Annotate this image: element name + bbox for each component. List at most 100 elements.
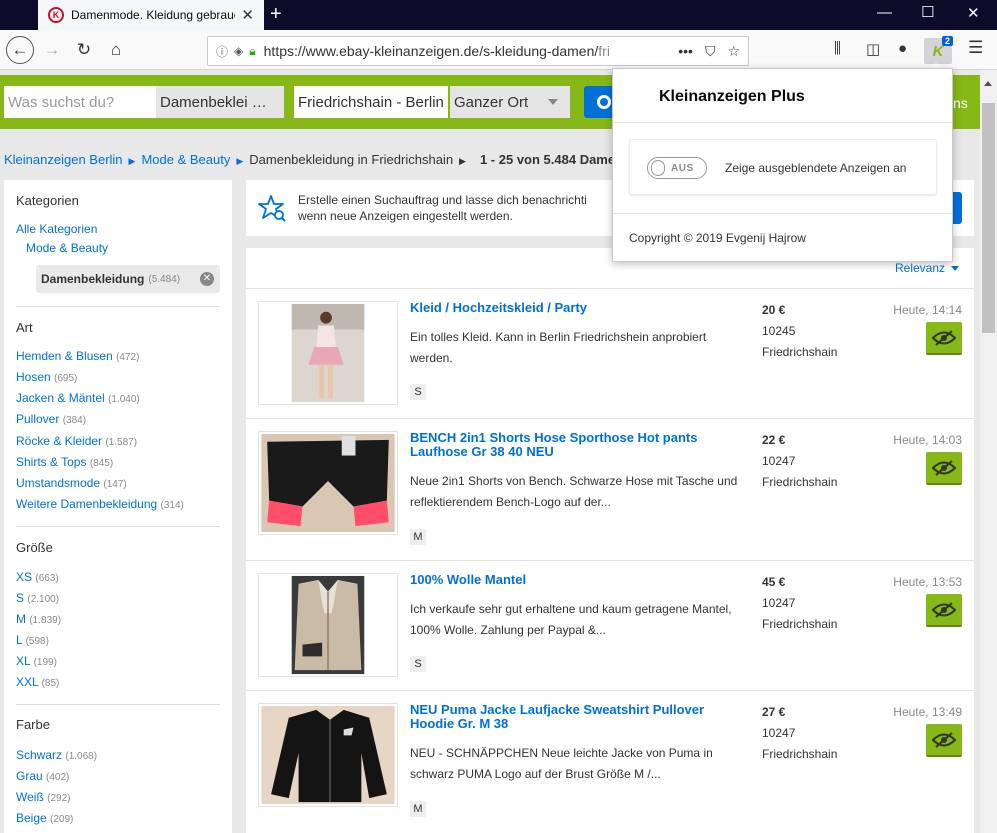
popup-divider	[613, 122, 952, 123]
eye-slash-icon	[932, 601, 956, 618]
sidebar-item-size[interactable]: XL (199)	[16, 654, 57, 668]
listing-title[interactable]: 100% Wolle Mantel	[410, 573, 740, 587]
sidebar-item-color[interactable]: Grau (402)	[16, 769, 69, 783]
sidebar-item-size[interactable]: XXL (85)	[16, 675, 59, 689]
size-badge: S	[410, 656, 426, 672]
hide-listing-button[interactable]	[926, 724, 962, 757]
sidebar-item-size[interactable]: L (598)	[16, 633, 49, 647]
listing-description: NEU - SCHNÄPPCHEN Neue leichte Jacke von…	[410, 746, 713, 781]
listing-image[interactable]	[258, 431, 398, 535]
listing-zip: 10247	[762, 726, 796, 740]
home-icon[interactable]: ⌂	[104, 38, 128, 62]
listing-title[interactable]: BENCH 2in1 Shorts Hose Sporthose Hot pan…	[410, 431, 740, 459]
toggle-description: Zeige ausgeblendete Anzeigen an	[725, 161, 907, 175]
eye-slash-icon	[932, 459, 956, 476]
sidebar-item-art[interactable]: Hosen (695)	[16, 370, 77, 384]
tracking-shield-icon[interactable]: ◈	[234, 44, 243, 58]
listing-title[interactable]: Kleid / Hochzeitskleid / Party	[410, 301, 740, 315]
popup-divider	[613, 213, 952, 214]
new-tab-icon[interactable]: +	[270, 3, 282, 26]
info-icon[interactable]: ⓘ	[216, 43, 228, 60]
location-input[interactable]: Friedrichshain - Berlin	[294, 86, 448, 118]
listing-image[interactable]	[258, 301, 398, 405]
list-item[interactable]: 100% Wolle Mantel Ich verkaufe sehr gut …	[246, 561, 974, 691]
listing-zip: 10247	[762, 454, 796, 468]
sidebar-item-art[interactable]: Röcke & Kleider (1.587)	[16, 434, 137, 448]
breadcrumb-link-berlin[interactable]: Kleinanzeigen Berlin	[4, 152, 123, 167]
sort-dropdown[interactable]: Relevanz	[895, 261, 960, 275]
search-input[interactable]	[4, 86, 156, 118]
popup-copyright: Copyright © 2019 Evgenij Hajrow	[629, 231, 806, 245]
page-actions-icon[interactable]: •••	[678, 43, 693, 59]
breadcrumb-link-mode-beauty[interactable]: Mode & Beauty	[141, 152, 230, 167]
scrollbar-thumb[interactable]	[982, 103, 995, 333]
results-list: Relevanz Kleid / Hochzeitskleid / Party …	[246, 248, 974, 833]
radius-select[interactable]: Ganzer Ort	[450, 86, 570, 118]
sidebar-item-art[interactable]: Weitere Damenbekleidung (314)	[16, 497, 184, 511]
sidebar-item-art[interactable]: Hemden & Blusen (472)	[16, 349, 139, 363]
sidebar-item-art[interactable]: Pullover (384)	[16, 412, 86, 426]
sidebar-link-mode-beauty[interactable]: Mode & Beauty	[26, 241, 108, 255]
listing-image[interactable]	[258, 573, 398, 677]
tab-close-icon[interactable]: ✕	[241, 6, 254, 24]
breadcrumb: Kleinanzeigen Berlin ▶ Mode & Beauty ▶ Damen…	[4, 152, 614, 168]
hide-listing-button[interactable]	[926, 322, 962, 355]
list-item[interactable]: NEU Puma Jacke Laufjacke Sweatshirt Pull…	[246, 691, 974, 833]
sidebar-item-art[interactable]: Jacken & Mäntel (1.040)	[16, 391, 140, 405]
tab-title: Damenmode. Kleidung gebrauc	[71, 8, 236, 22]
list-item[interactable]: BENCH 2in1 Shorts Hose Sporthose Hot pan…	[246, 419, 974, 561]
sidebar-item-size[interactable]: XS (663)	[16, 570, 59, 584]
list-item[interactable]: Kleid / Hochzeitskleid / Party Ein tolle…	[246, 289, 974, 419]
pocket-icon[interactable]: ⛉	[705, 43, 716, 60]
account-icon[interactable]: ●	[898, 40, 907, 57]
breadcrumb-separator-icon: ▶	[236, 156, 244, 166]
library-icon[interactable]: ⫼	[834, 40, 841, 57]
sidebar-heading-art: Art	[16, 320, 33, 335]
hide-listing-button[interactable]	[926, 594, 962, 627]
hide-listing-button[interactable]	[926, 452, 962, 485]
sidebar-item-color[interactable]: Schwarz (1.068)	[16, 748, 97, 762]
chevron-down-icon	[951, 266, 960, 272]
reload-icon[interactable]: ↻	[72, 38, 96, 62]
url-bar[interactable]: ⓘ ◈ 🔒︎ https://www.ebay-kleinanzeigen.de…	[207, 36, 749, 66]
listing-city: Friedrichshain	[762, 345, 838, 359]
sidebar-item-color[interactable]: Weiß (292)	[16, 790, 70, 804]
radius-value: Ganzer Ort	[454, 93, 529, 111]
listing-title[interactable]: NEU Puma Jacke Laufjacke Sweatshirt Pull…	[410, 703, 740, 731]
listing-zip: 10245	[762, 324, 796, 338]
minimize-window-icon[interactable]: —	[877, 4, 892, 21]
scroll-up-arrow-icon[interactable]	[984, 81, 992, 86]
browser-tab-active[interactable]: K Damenmode. Kleidung gebrauc ✕	[38, 0, 264, 30]
sidebar-item-size[interactable]: S (2.100)	[16, 591, 59, 605]
selected-category-label: Damenbekleidung	[41, 272, 145, 286]
size-badge: S	[410, 384, 426, 400]
listing-city: Friedrichshain	[762, 475, 838, 489]
close-window-icon[interactable]: ✕	[967, 4, 980, 22]
listing-image[interactable]	[258, 703, 398, 807]
sidebar-link-all-categories[interactable]: Alle Kategorien	[16, 222, 97, 236]
lock-icon[interactable]: 🔒︎	[249, 44, 255, 59]
result-count: 1 - 25 von 5.484 Damen	[479, 152, 614, 167]
sidebar-item-color[interactable]: Beige (209)	[16, 811, 73, 825]
hamburger-menu-icon[interactable]: ☰	[968, 38, 983, 58]
sidebar-icon[interactable]: ◫	[866, 40, 880, 58]
listing-date: Heute, 14:03	[893, 433, 962, 447]
sidebar-item-art[interactable]: Shirts & Tops (845)	[16, 455, 113, 469]
page-scrollbar[interactable]	[980, 70, 997, 833]
forward-arrow-icon[interactable]: →	[40, 38, 64, 62]
back-arrow-icon[interactable]: ←	[6, 36, 34, 64]
sidebar-item-art[interactable]: Umstandsmode (147)	[16, 476, 127, 490]
sidebar-divider	[16, 704, 220, 705]
url-text[interactable]: https://www.ebay-kleinanzeigen.de/s-klei…	[264, 43, 667, 59]
bookmark-star-icon[interactable]: ☆	[727, 43, 740, 60]
category-select[interactable]: Damenbeklei …	[156, 86, 284, 118]
remove-filter-icon[interactable]: ✕	[200, 272, 214, 286]
eye-slash-icon	[932, 329, 956, 346]
maximize-window-icon[interactable]: ☐	[921, 3, 934, 21]
show-hidden-toggle[interactable]: AUS	[647, 157, 707, 179]
listing-zip: 10247	[762, 596, 796, 610]
selected-category-count: (5.484)	[148, 273, 181, 285]
sidebar-item-size[interactable]: M (1.839)	[16, 612, 61, 626]
header-link-partial[interactable]: ns	[953, 95, 968, 111]
kleinanzeigen-plus-extension-button[interactable]: K 2	[924, 36, 953, 64]
